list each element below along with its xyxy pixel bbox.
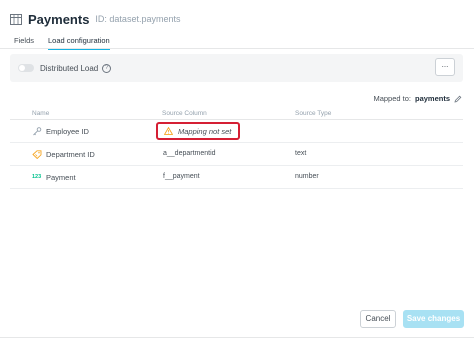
table-row: 123 Payment f__payment number [10, 166, 463, 189]
tabs-divider [0, 48, 474, 49]
mapping-table: Name Source Column Source Type Employee … [10, 110, 463, 189]
distributed-load-label: Distributed Load [40, 63, 99, 73]
distributed-load-bar: Distributed Load ? ... [10, 54, 463, 82]
source-column[interactable]: f__payment [163, 173, 200, 180]
column-header-source-type: Source Type [295, 110, 332, 117]
table-header: Name Source Column Source Type [10, 110, 463, 120]
label-icon [32, 150, 42, 159]
column-header-source-column: Source Column [162, 110, 207, 117]
dialog-title: Payments [28, 11, 90, 27]
help-icon[interactable]: ? [102, 63, 112, 73]
field-name: Employee ID [46, 127, 89, 136]
source-type: number [295, 173, 319, 180]
field-name: Payment [46, 173, 76, 182]
mapping-not-set-text: Mapping not set [178, 126, 232, 136]
dialog-footer: Cancel Save changes [360, 310, 464, 328]
key-icon [33, 127, 42, 136]
more-options-button[interactable]: ... [435, 58, 455, 76]
distributed-load-toggle[interactable] [18, 64, 34, 72]
dataset-id: ID: dataset.payments [95, 14, 181, 24]
table-row: Employee ID Mapping not set [10, 120, 463, 143]
source-column[interactable]: a__departmentid [163, 150, 216, 157]
mapping-warning[interactable]: Mapping not set [156, 122, 240, 140]
source-type: text [295, 150, 307, 157]
pencil-icon[interactable] [454, 95, 462, 103]
mapped-to: Mapped to: payments [373, 94, 462, 103]
number-icon: 123 [32, 174, 42, 180]
column-header-name: Name [32, 110, 50, 117]
warning-icon [164, 127, 173, 135]
mapped-to-value: payments [414, 94, 450, 103]
mapped-to-label: Mapped to: [373, 94, 411, 103]
table-row: Department ID a__departmentid text [10, 143, 463, 166]
dataset-dialog: Payments ID: dataset.payments Fields Loa… [0, 0, 474, 338]
save-changes-button[interactable]: Save changes [403, 310, 464, 328]
field-name: Department ID [46, 150, 95, 159]
dataset-icon [10, 13, 22, 25]
cancel-button[interactable]: Cancel [360, 310, 396, 328]
dialog-header: Payments ID: dataset.payments [10, 9, 180, 29]
